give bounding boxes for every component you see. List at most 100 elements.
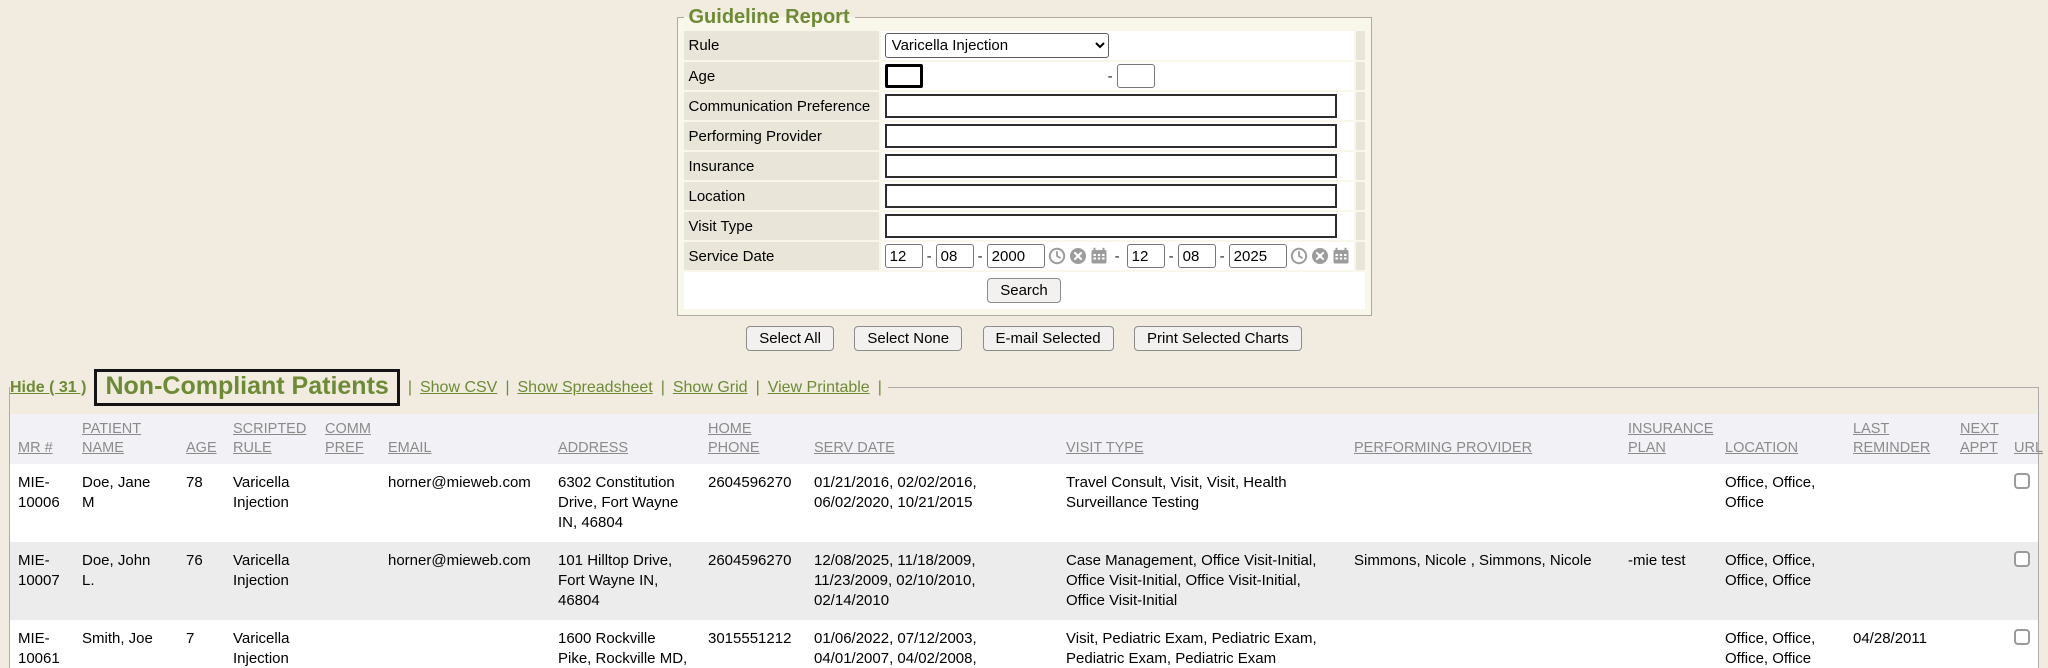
cell-visit-type: Case Management, Office Visit-Initial, O… [1058, 542, 1346, 620]
show-csv-link[interactable]: Show CSV [420, 379, 497, 397]
select-none-button[interactable]: Select None [854, 326, 962, 351]
age-separator: - [1107, 68, 1114, 85]
service-date-to-year[interactable] [1229, 244, 1287, 268]
form-row-search: Search [684, 272, 1365, 309]
service-date-from-year[interactable] [987, 244, 1045, 268]
cell-rule: Varicella Injection [225, 464, 317, 542]
guideline-report-legend: Guideline Report [684, 6, 855, 29]
cell-visit-type: Visit, Pediatric Exam, Pediatric Exam, P… [1058, 620, 1346, 668]
form-row-age: Age - [684, 62, 1365, 90]
col-header-next-appt[interactable]: NEXT APPT [1952, 414, 2006, 464]
service-date-to-day[interactable] [1178, 244, 1216, 268]
clock-icon[interactable] [1290, 247, 1308, 265]
col-header-last-reminder[interactable]: LAST REMINDER [1845, 414, 1952, 464]
form-row-location: Location [684, 182, 1365, 210]
cell-next-appt [1952, 620, 2006, 668]
row-end-strip [1356, 62, 1365, 90]
col-header-insurance-plan[interactable]: INSURANCE PLAN [1620, 414, 1717, 464]
location-input[interactable] [885, 184, 1337, 208]
row-end-strip [1356, 242, 1365, 270]
cell-insurance: -mie test [1620, 542, 1717, 620]
visit-type-label: Visit Type [684, 212, 879, 240]
cell-phone: 2604596270 [700, 464, 806, 542]
report-title: Non-Compliant Patients [94, 369, 399, 406]
col-header-patient-name[interactable]: PATIENT NAME [74, 414, 178, 464]
clear-icon[interactable] [1311, 247, 1329, 265]
cell-age: 7 [178, 620, 225, 668]
col-header-scripted-rule[interactable]: SCRIPTED RULE [225, 414, 317, 464]
cell-email: horner@mieweb.com [380, 542, 550, 620]
show-grid-link[interactable]: Show Grid [673, 379, 748, 397]
cell-email [380, 620, 550, 668]
col-header-age[interactable]: AGE [178, 414, 225, 464]
cell-name: Doe, John L. [74, 542, 178, 620]
col-header-home-phone[interactable]: HOME PHONE [700, 414, 806, 464]
communication-preference-input[interactable] [885, 94, 1337, 118]
hide-link[interactable]: Hide ( 31 ) [10, 379, 86, 397]
url-checkbox[interactable] [2014, 473, 2030, 489]
separator: | [408, 379, 412, 397]
insurance-input[interactable] [885, 154, 1337, 178]
form-row-visit-type: Visit Type [684, 212, 1365, 240]
cell-location: Office, Office, Office, Office [1717, 542, 1845, 620]
form-row-insurance: Insurance [684, 152, 1365, 180]
cell-rule: Varicella Injection [225, 620, 317, 668]
communication-preference-label: Communication Preference [684, 92, 879, 120]
performing-provider-label: Performing Provider [684, 122, 879, 150]
col-header-address[interactable]: ADDRESS [550, 414, 700, 464]
report-header: Hide ( 31 ) Non-Compliant Patients | Sho… [10, 369, 888, 406]
rule-select[interactable]: Varicella Injection [885, 33, 1109, 58]
form-row-communication-preference: Communication Preference [684, 92, 1365, 120]
date-separator: - [926, 248, 933, 265]
table-header-row: MR # PATIENT NAME AGE SCRIPTED RULE COMM… [10, 414, 2038, 464]
show-spreadsheet-link[interactable]: Show Spreadsheet [518, 379, 653, 397]
age-to-input[interactable] [1117, 64, 1155, 88]
selection-actions: Select All Select None E-mail Selected P… [0, 326, 2048, 351]
performing-provider-input[interactable] [885, 124, 1337, 148]
col-header-email[interactable]: EMAIL [380, 414, 550, 464]
cell-mr: MIE-10006 [10, 464, 74, 542]
search-button[interactable]: Search [987, 278, 1061, 303]
cell-url [2006, 464, 2038, 542]
email-selected-button[interactable]: E-mail Selected [983, 326, 1114, 351]
url-checkbox[interactable] [2014, 551, 2030, 567]
row-end-strip [1356, 122, 1365, 150]
separator: | [661, 379, 665, 397]
cell-reminder [1845, 464, 1952, 542]
row-end-strip [1356, 31, 1365, 60]
col-header-mr[interactable]: MR # [10, 414, 74, 464]
cell-comm [317, 542, 380, 620]
url-checkbox[interactable] [2014, 629, 2030, 645]
cell-insurance [1620, 620, 1717, 668]
select-all-button[interactable]: Select All [746, 326, 834, 351]
cell-serv-date: 01/06/2022, 07/12/2003, 04/01/2007, 04/0… [806, 620, 1058, 668]
calendar-icon[interactable] [1332, 247, 1350, 265]
cell-reminder [1845, 542, 1952, 620]
rule-label: Rule [684, 31, 879, 60]
cell-email: horner@mieweb.com [380, 464, 550, 542]
clock-icon[interactable] [1048, 247, 1066, 265]
col-header-url[interactable]: URL [2006, 414, 2038, 464]
cell-provider [1346, 620, 1620, 668]
service-date-from-day[interactable] [936, 244, 974, 268]
service-date-to-month[interactable] [1127, 244, 1165, 268]
cell-location: Office, Office, Office, Office [1717, 620, 1845, 668]
cell-url [2006, 620, 2038, 668]
print-selected-charts-button[interactable]: Print Selected Charts [1134, 326, 1302, 351]
calendar-icon[interactable] [1090, 247, 1108, 265]
separator: | [878, 379, 882, 397]
clear-icon[interactable] [1069, 247, 1087, 265]
date-separator: - [977, 248, 984, 265]
cell-age: 76 [178, 542, 225, 620]
col-header-performing-provider[interactable]: PERFORMING PROVIDER [1346, 414, 1620, 464]
col-header-visit-type[interactable]: VISIT TYPE [1058, 414, 1346, 464]
row-end-strip [1356, 182, 1365, 210]
col-header-location[interactable]: LOCATION [1717, 414, 1845, 464]
view-printable-link[interactable]: View Printable [768, 379, 870, 397]
date-separator: - [1168, 248, 1175, 265]
service-date-from-month[interactable] [885, 244, 923, 268]
visit-type-input[interactable] [885, 214, 1337, 238]
col-header-serv-date[interactable]: SERV DATE [806, 414, 1058, 464]
age-from-input[interactable] [885, 64, 923, 88]
col-header-comm-pref[interactable]: COMM PREF [317, 414, 380, 464]
